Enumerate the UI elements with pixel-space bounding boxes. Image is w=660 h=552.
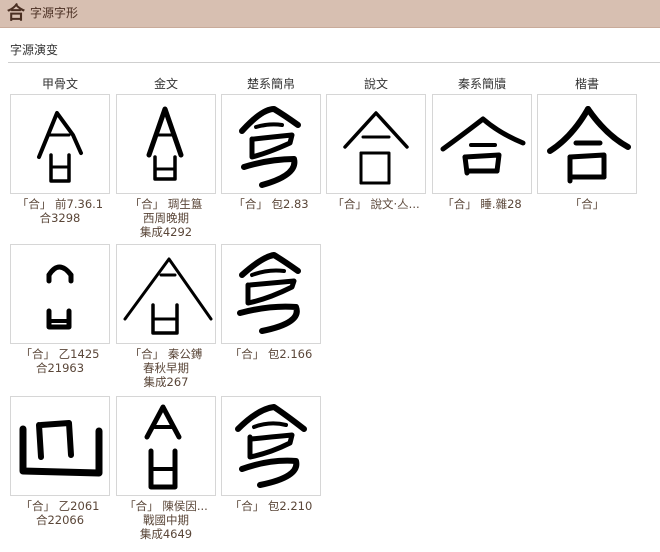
caption-period: 西周晚期 — [143, 211, 189, 225]
section-divider — [8, 62, 660, 63]
caption-source: 「合」 包2.210 — [229, 499, 313, 513]
glyph-image[interactable] — [221, 244, 321, 344]
column-header-kaishu: 楷書 — [574, 77, 599, 91]
bronze-he-glyph-icon — [123, 257, 213, 335]
glyph-caption: 「合」 包2.166 — [221, 347, 321, 361]
glyph-image[interactable] — [116, 244, 216, 344]
caption-source: 「合」 包2.83 — [233, 197, 309, 211]
bronze-he-glyph-icon — [144, 404, 182, 490]
caption-source: 「合」 琱生簋 — [129, 197, 203, 211]
chu-he-glyph-icon — [235, 404, 307, 488]
glyph-image[interactable] — [116, 396, 216, 496]
caption-reference: 集成4292 — [139, 225, 193, 239]
qin-he-glyph-icon — [440, 116, 526, 176]
glyph-caption: 「合」 乙1425 合21963 — [10, 347, 110, 375]
glyph-image[interactable] — [10, 244, 110, 344]
chu-he-glyph-icon — [239, 106, 301, 188]
bronze-he-glyph-icon — [146, 106, 184, 181]
glyph-image[interactable] — [221, 396, 321, 496]
caption-source: 「合」 乙2061 — [20, 499, 100, 513]
caption-source: 「合」 睡.雜28 — [442, 197, 522, 211]
caption-reference: 集成267 — [143, 375, 189, 389]
shuowen-he-glyph-icon — [343, 111, 409, 185]
caption-source: 「合」 包2.166 — [229, 347, 313, 361]
caption-reference: 合21963 — [35, 361, 85, 375]
column-header-qin: 秦系簡牘 — [457, 77, 506, 91]
caption-reference: 合22066 — [35, 513, 85, 527]
oracle-he-glyph-icon — [19, 420, 103, 477]
glyph-caption: 「合」 包2.210 — [221, 499, 321, 513]
column-header-oracle: 甲骨文 — [41, 77, 78, 91]
caption-source: 「合」 說文‧亼... — [332, 197, 420, 211]
header-title: 字源字形 — [30, 6, 79, 20]
glyph-image[interactable] — [116, 94, 216, 194]
oracle-he-glyph-icon — [46, 264, 74, 330]
glyph-image[interactable] — [10, 396, 110, 496]
glyph-image[interactable] — [326, 94, 426, 194]
glyph-caption: 「合」 陳侯因... 戰國中期 集成4649 — [116, 499, 216, 541]
glyph-caption: 「合」 說文‧亼... — [326, 197, 426, 211]
chu-he-glyph-icon — [237, 252, 301, 334]
column-header-chu: 楚系簡帛 — [246, 77, 295, 91]
glyph-caption: 「合」 包2.83 — [221, 197, 321, 211]
column-header-bronze: 金文 — [153, 77, 178, 91]
caption-period: 戰國中期 — [143, 513, 189, 527]
glyph-image[interactable] — [537, 94, 637, 194]
glyph-caption: 「合」 睡.雜28 — [432, 197, 532, 211]
caption-source: 「合」 前7.36.1 — [16, 197, 104, 211]
column-header-shuowen: 說文 — [363, 77, 388, 91]
glyph-caption: 「合」 秦公鎛 春秋早期 集成267 — [116, 347, 216, 389]
caption-source: 「合」 乙1425 — [20, 347, 100, 361]
glyph-image[interactable] — [10, 94, 110, 194]
header-character: 合 — [7, 3, 25, 24]
glyph-caption: 「合」 前7.36.1 合3298 — [10, 197, 110, 225]
caption-source: 「合」 陳侯因... — [124, 499, 208, 513]
glyph-caption: 「合」 琱生簋 西周晚期 集成4292 — [116, 197, 216, 239]
glyph-image[interactable] — [221, 94, 321, 194]
section-title: 字源演变 — [10, 43, 59, 57]
oracle-he-glyph-icon — [37, 111, 83, 183]
glyph-caption: 「合」 乙2061 合22066 — [10, 499, 110, 527]
caption-source: 「合」 秦公鎛 — [129, 347, 203, 361]
page-header: 合 字源字形 — [0, 0, 660, 28]
caption-reference: 集成4649 — [139, 527, 193, 541]
glyph-caption: 「合」 — [537, 197, 637, 211]
caption-reference: 合3298 — [39, 211, 81, 225]
kaishu-he-glyph-icon — [547, 106, 631, 184]
caption-period: 春秋早期 — [143, 361, 189, 375]
caption-source: 「合」 — [569, 197, 605, 211]
glyph-image[interactable] — [432, 94, 532, 194]
